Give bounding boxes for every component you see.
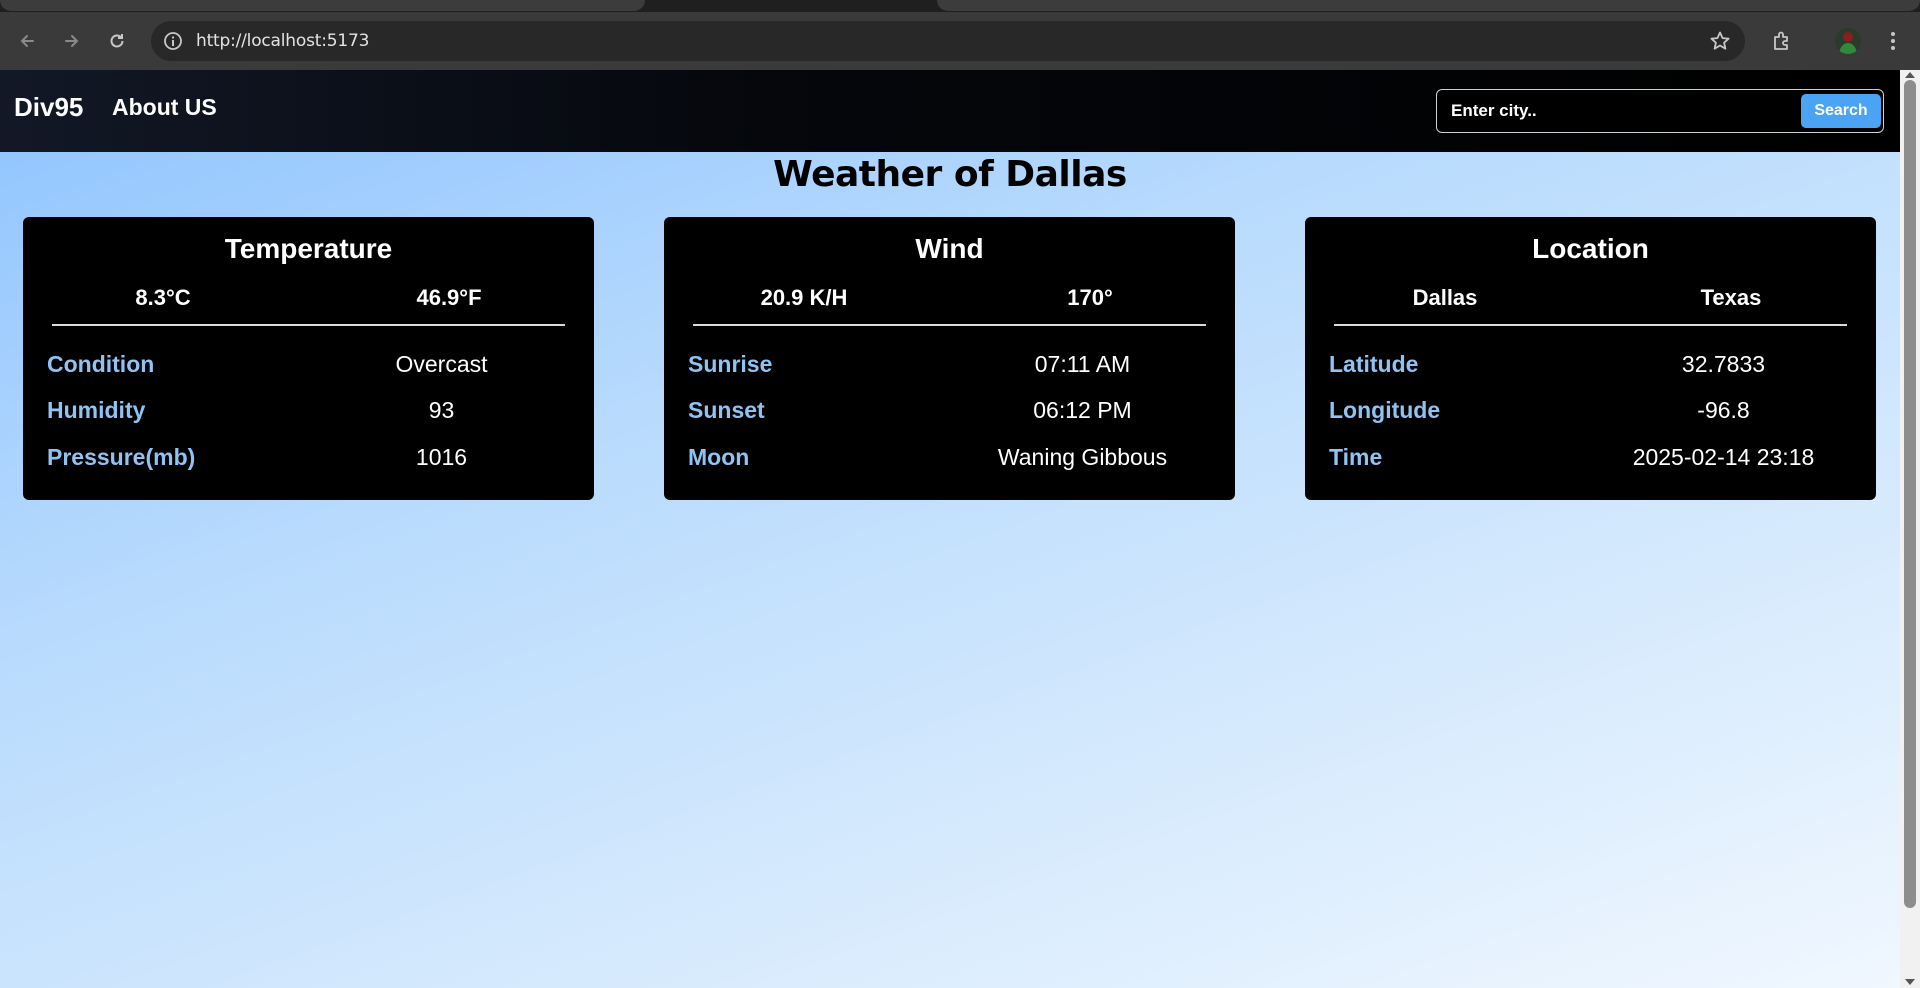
search-button[interactable]: Search (1801, 94, 1881, 128)
row-value: -96.8 (1697, 397, 1750, 423)
page-title: Weather of Dallas (773, 154, 1127, 195)
tab-strip (0, 0, 1920, 12)
info-row: Sunrise 07:11 AM (664, 351, 1235, 381)
row-label: Latitude (1329, 351, 1419, 377)
location-city: Dallas (1412, 285, 1478, 310)
scroll-up-icon[interactable] (1905, 72, 1915, 78)
row-value: Overcast (395, 351, 488, 377)
wind-direction: 170° (1067, 285, 1113, 310)
location-card: Location Dallas Texas Latitude 32.7833 L… (1305, 217, 1876, 500)
card-divider (693, 324, 1206, 326)
row-value: 1016 (415, 444, 468, 470)
site-info-icon[interactable] (161, 29, 185, 53)
browser-tab[interactable] (0, 0, 645, 11)
info-row: Moon Waning Gibbous (664, 444, 1235, 474)
browser-toolbar: http://localhost:5173 (0, 12, 1920, 70)
temperature-celsius: 8.3°C (135, 285, 191, 310)
card-title: Wind (915, 233, 984, 264)
page-viewport: Div95 About US Search Weather of Dallas … (0, 70, 1900, 988)
url-text[interactable]: http://localhost:5173 (196, 31, 369, 51)
bookmark-star-icon[interactable] (1709, 30, 1731, 52)
profile-avatar[interactable] (1835, 28, 1861, 54)
info-row: Condition Overcast (23, 351, 594, 381)
location-region: Texas (1700, 285, 1762, 310)
info-row: Sunset 06:12 PM (664, 397, 1235, 427)
card-title: Temperature (224, 233, 393, 264)
row-label: Sunrise (688, 351, 773, 377)
info-row: Latitude 32.7833 (1305, 351, 1876, 381)
row-label: Pressure(mb) (47, 444, 196, 470)
info-row: Longitude -96.8 (1305, 397, 1876, 427)
row-label: Moon (688, 444, 750, 470)
brand-logo[interactable]: Div95 (14, 92, 83, 123)
navbar: Div95 About US Search (0, 70, 1900, 152)
scroll-down-icon[interactable] (1905, 979, 1915, 985)
row-value: Waning Gibbous (997, 444, 1168, 470)
card-divider (1334, 324, 1847, 326)
reload-icon[interactable] (104, 28, 130, 54)
wind-speed: 20.9 K/H (760, 285, 848, 310)
wind-card: Wind 20.9 K/H 170° Sunrise 07:11 AM Suns… (664, 217, 1235, 500)
extensions-icon[interactable] (1769, 28, 1795, 54)
row-label: Time (1329, 444, 1383, 470)
row-value: 32.7833 (1681, 351, 1766, 377)
row-value: 06:12 PM (1033, 397, 1132, 423)
browser-tab[interactable] (937, 0, 1920, 11)
scrollbar-thumb[interactable] (1904, 80, 1916, 908)
menu-kebab-icon[interactable] (1880, 28, 1906, 54)
row-label: Longitude (1329, 397, 1441, 423)
city-search-input[interactable] (1451, 100, 1791, 122)
row-value: 2025-02-14 23:18 (1632, 444, 1815, 470)
vertical-scrollbar[interactable] (1900, 70, 1920, 988)
row-label: Condition (47, 351, 155, 377)
row-label: Humidity (47, 397, 146, 423)
forward-arrow-icon[interactable] (59, 28, 85, 54)
about-us-link[interactable]: About US (112, 94, 217, 121)
back-arrow-icon[interactable] (14, 28, 40, 54)
row-label: Sunset (688, 397, 765, 423)
info-row: Pressure(mb) 1016 (23, 444, 594, 474)
row-value: 07:11 AM (1034, 351, 1131, 377)
card-title: Location (1532, 233, 1649, 264)
info-row: Humidity 93 (23, 397, 594, 427)
row-value: 93 (428, 397, 455, 423)
temperature-card: Temperature 8.3°C 46.9°F Condition Overc… (23, 217, 594, 500)
address-bar[interactable]: http://localhost:5173 (151, 21, 1745, 61)
search-form: Search (1436, 89, 1884, 133)
info-row: Time 2025-02-14 23:18 (1305, 444, 1876, 474)
card-divider (52, 324, 565, 326)
temperature-fahrenheit: 46.9°F (416, 285, 482, 310)
